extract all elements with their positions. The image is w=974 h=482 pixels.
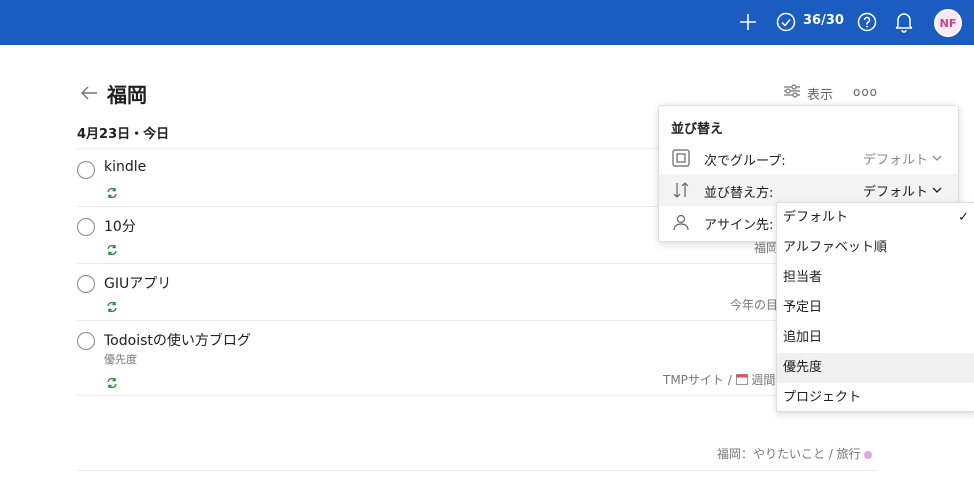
task-section: 週間 (751, 373, 776, 387)
task-title[interactable]: GIUアプリ (104, 273, 171, 293)
recurring-icon (106, 241, 118, 256)
group-icon (672, 149, 690, 167)
view-settings-icon (783, 83, 801, 103)
task-checkbox[interactable] (77, 275, 95, 293)
group-by-row[interactable]: 次でグループ: デフォルト (659, 142, 958, 174)
task-item[interactable]: GIUアプリ 今年の目 (77, 264, 877, 320)
calendar-icon (735, 373, 748, 387)
section-heading: 4月23日・今日 (77, 127, 170, 142)
task-checkbox[interactable] (77, 332, 95, 350)
divider (77, 470, 877, 471)
view-label: 表示 (807, 87, 834, 103)
sort-arrows-icon (672, 181, 690, 199)
project-path[interactable]: 福岡：やりたいこと / 旅行 (717, 445, 872, 462)
sort-by-value: デフォルト (862, 185, 928, 200)
view-button[interactable]: 表示 (783, 83, 833, 103)
task-title[interactable]: 10分 (104, 216, 136, 236)
group-by-select[interactable]: デフォルト (863, 149, 942, 168)
task-checkbox[interactable] (77, 218, 95, 236)
sort-option-default[interactable]: デフォルト ✓ (777, 203, 974, 233)
task-project: TMPサイト / (663, 373, 736, 387)
assignee-label: アサイン先: (704, 218, 774, 233)
productivity-count[interactable]: 36/30 (803, 13, 844, 28)
group-by-value: デフォルト (862, 153, 928, 168)
task-title[interactable]: Todoistの使い方ブログ (104, 330, 251, 350)
avatar[interactable]: NF (934, 9, 962, 37)
recurring-icon (106, 374, 118, 389)
page-title: 福岡 (107, 83, 147, 107)
check-icon: ✓ (958, 210, 969, 225)
sort-option-project[interactable]: プロジェクト (777, 383, 974, 413)
task-project[interactable]: 今年の目 (730, 296, 778, 313)
group-by-label: 次でグループ: (704, 154, 786, 169)
task-checkbox[interactable] (77, 161, 95, 179)
recurring-icon (106, 184, 118, 199)
project-path-label: 福岡：やりたいこと / 旅行 (717, 447, 861, 461)
sort-option-due-date[interactable]: 予定日 (777, 293, 974, 323)
option-label: デフォルト (783, 210, 849, 225)
top-bar: 36/30 NF (0, 0, 974, 45)
recurring-icon (106, 298, 118, 313)
notification-bell-icon[interactable] (894, 11, 914, 33)
task-project-path[interactable]: TMPサイト / 週間 (663, 371, 775, 388)
person-icon (672, 213, 690, 231)
sort-options-dropdown: デフォルト ✓ アルファベット順 担当者 予定日 追加日 優先度 プロジェクト (776, 202, 974, 412)
add-task-icon[interactable] (738, 12, 758, 32)
sort-option-date-added[interactable]: 追加日 (777, 323, 974, 353)
divider (77, 395, 877, 396)
task-description: 優先度 (104, 353, 137, 366)
sort-option-alphabetical[interactable]: アルファベット順 (777, 233, 974, 263)
sort-by-label: 並び替え方: (704, 186, 774, 201)
task-title[interactable]: kindle (104, 159, 146, 175)
popover-title: 並び替え (671, 122, 724, 137)
help-icon[interactable] (857, 12, 877, 32)
sort-option-assignee[interactable]: 担当者 (777, 263, 974, 293)
back-arrow-icon[interactable] (80, 85, 98, 101)
project-color-dot (863, 450, 872, 459)
chevron-down-icon (932, 183, 942, 198)
sort-option-priority[interactable]: 優先度 (777, 353, 974, 383)
productivity-check-icon[interactable] (776, 12, 796, 32)
task-item[interactable]: Todoistの使い方ブログ 優先度 TMPサイト / 週間 (77, 321, 877, 395)
more-options-icon[interactable]: ooo (853, 85, 878, 99)
chevron-down-icon (932, 151, 942, 166)
sort-by-select[interactable]: デフォルト (863, 181, 942, 200)
